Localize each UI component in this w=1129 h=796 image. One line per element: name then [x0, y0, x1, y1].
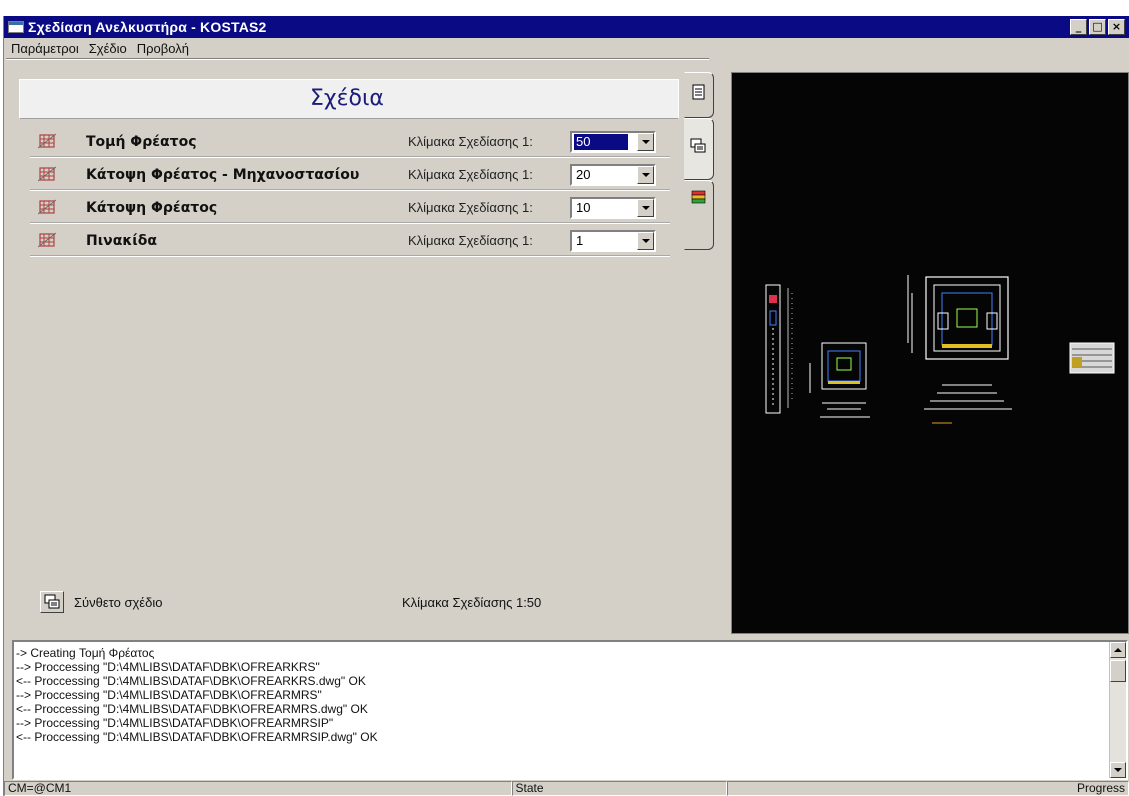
minimize-button[interactable]: _	[1070, 19, 1087, 35]
scale-select[interactable]: 20	[570, 164, 656, 186]
panel-header: Σχέδια	[19, 79, 679, 119]
scale-select[interactable]: 50	[570, 131, 656, 153]
composite-drawing-label: Σύνθετο σχέδιο	[74, 595, 163, 610]
status-bar: CM=@CM1 State Progress	[4, 781, 1129, 796]
drawing-name: Τομή Φρέατος	[86, 134, 197, 150]
scale-label: Κλίμακα Σχεδίασης 1:	[408, 167, 533, 182]
dropdown-arrow-icon[interactable]	[637, 199, 654, 217]
drawing-name: Πινακίδα	[86, 233, 157, 249]
scale-value: 50	[574, 134, 628, 150]
dropdown-arrow-icon[interactable]	[637, 232, 654, 250]
scale-label: Κλίμακα Σχεδίασης 1:	[408, 233, 533, 248]
scale-value: 1	[576, 233, 584, 248]
app-window: Σχεδίαση Ανελκυστήρα - KOSTAS2 _ □ × Παρ…	[3, 16, 1129, 796]
scale-select[interactable]: 1	[570, 230, 656, 252]
scale-label: Κλίμακα Σχεδίασης 1:	[408, 134, 533, 149]
dropdown-arrow-icon[interactable]	[637, 166, 654, 184]
menu-view[interactable]: Προβολή	[132, 41, 194, 56]
composite-drawing-icon	[44, 594, 60, 609]
window-title: Σχεδίαση Ανελκυστήρα - KOSTAS2	[28, 19, 267, 35]
cad-preview-canvas	[765, 275, 1115, 424]
drawing-row[interactable]: Κάτοψη Φρέατος Κλίμακα Σχεδίασης 1: 10	[30, 193, 670, 223]
scale-value: 20	[576, 167, 591, 182]
log-line: --> Proccessing "D:\4M\LIBS\DATAF\DBK\OF…	[16, 660, 320, 674]
scroll-down-icon[interactable]	[1110, 762, 1126, 778]
app-icon	[8, 21, 24, 33]
log-line: <-- Proccessing "D:\4M\LIBS\DATAF\DBK\OF…	[16, 730, 378, 744]
status-command: CM=@CM1	[4, 781, 512, 796]
dropdown-arrow-icon[interactable]	[637, 133, 654, 151]
drawing-preview[interactable]	[731, 72, 1129, 634]
status-state: State	[511, 781, 728, 796]
tab-layers[interactable]	[684, 180, 714, 250]
scale-value: 10	[576, 200, 591, 215]
menu-parameters[interactable]: Παράμετροι	[6, 41, 84, 56]
menu-drawing[interactable]: Σχέδιο	[84, 41, 132, 56]
scale-select[interactable]: 10	[570, 197, 656, 219]
scroll-thumb[interactable]	[1110, 660, 1126, 682]
document-icon	[692, 84, 705, 100]
menu-bar: Παράμετροι Σχέδιο Προβολή	[4, 38, 1129, 58]
title-bar[interactable]: Σχεδίαση Ανελκυστήρα - KOSTAS2 _ □ ×	[4, 16, 1129, 38]
log-line: --> Proccessing "D:\4M\LIBS\DATAF\DBK\OF…	[16, 688, 322, 702]
maximize-button[interactable]: □	[1089, 19, 1106, 35]
drawing-row[interactable]: Κάτοψη Φρέατος - Μηχανοστασίου Κλίμακα Σ…	[30, 160, 670, 190]
log-line: -> Creating Τομή Φρέατος	[16, 646, 155, 660]
panel-title: Σχέδια	[310, 86, 384, 111]
scroll-up-icon[interactable]	[1110, 642, 1126, 658]
side-tabs	[684, 72, 716, 292]
drawing-row[interactable]: Πινακίδα Κλίμακα Σχεδίασης 1: 1	[30, 226, 670, 256]
menu-divider	[6, 58, 709, 60]
composite-drawing-button[interactable]	[40, 591, 64, 613]
layers-icon	[691, 190, 706, 204]
drawing-name: Κάτοψη Φρέατος - Μηχανοστασίου	[86, 167, 360, 183]
layers-grid-icon	[38, 166, 56, 182]
layers-grid-icon	[38, 133, 56, 149]
window-controls: _ □ ×	[1070, 19, 1125, 35]
drawing-row[interactable]: Τομή Φρέατος Κλίμακα Σχεδίασης 1: 50	[30, 127, 670, 157]
layers-grid-icon	[38, 199, 56, 215]
tab-document[interactable]	[684, 72, 714, 118]
composite-scale-label: Κλίμακα Σχεδίασης 1:50	[402, 595, 542, 610]
log-line: <-- Proccessing "D:\4M\LIBS\DATAF\DBK\OF…	[16, 674, 366, 688]
drawing-name: Κάτοψη Φρέατος	[86, 200, 218, 216]
message-log[interactable]: -> Creating Τομή Φρέατος --> Proccessing…	[12, 640, 1128, 780]
status-progress: Progress	[727, 781, 1129, 796]
tab-composite[interactable]	[684, 118, 714, 180]
scale-label: Κλίμακα Σχεδίασης 1:	[408, 200, 533, 215]
composite-drawing-icon	[690, 138, 706, 153]
layers-grid-icon	[38, 232, 56, 248]
close-button[interactable]: ×	[1108, 19, 1125, 35]
log-line: --> Proccessing "D:\4M\LIBS\DATAF\DBK\OF…	[16, 716, 334, 730]
drawings-panel: Σχέδια Τομή Φρέατος Κλίμακα Σχεδίασης 1:…	[14, 79, 682, 629]
log-scrollbar[interactable]	[1109, 642, 1126, 778]
log-line: <-- Proccessing "D:\4M\LIBS\DATAF\DBK\OF…	[16, 702, 368, 716]
